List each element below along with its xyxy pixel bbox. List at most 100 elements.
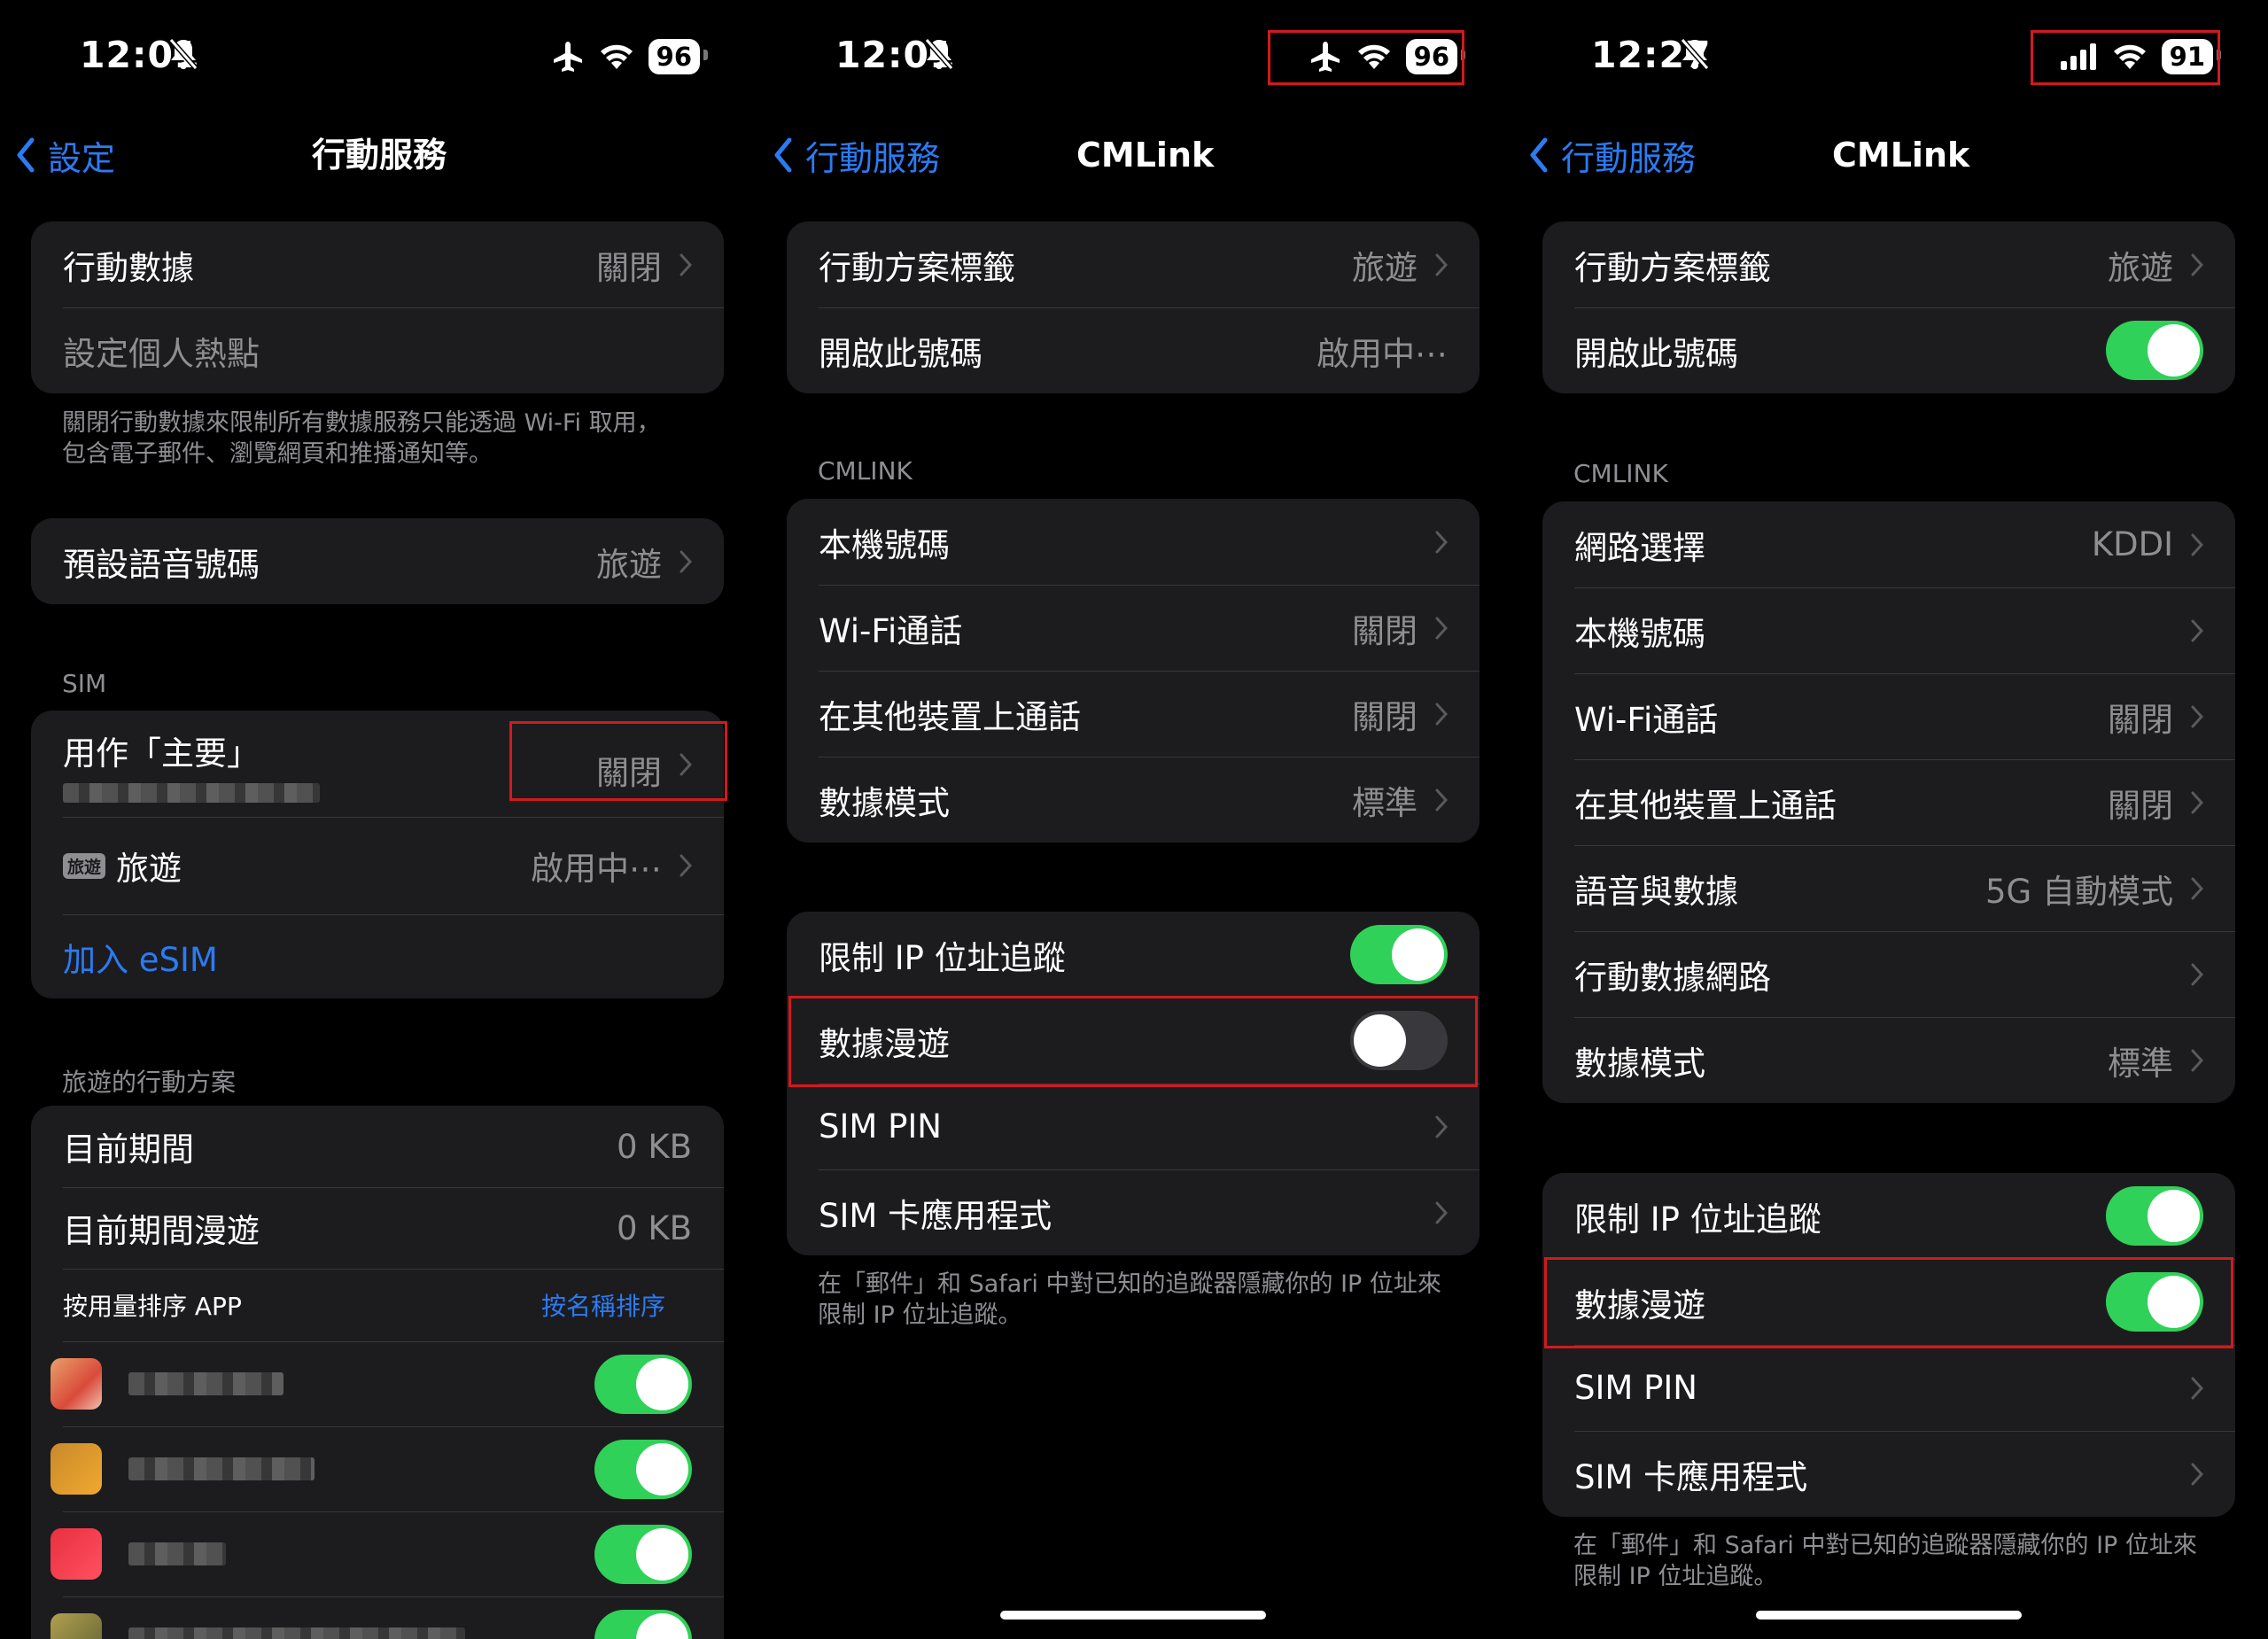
sim-pin-row[interactable]: SIM PIN <box>787 1084 1480 1169</box>
default-voice-group: 預設語音號碼 旅遊 <box>31 518 724 604</box>
footer-line: 限制 IP 位址追蹤。 <box>1573 1563 1778 1590</box>
row-label: 目前期間 <box>63 1130 194 1169</box>
battery-icon: 96 <box>1405 39 1466 74</box>
chevron-right-icon <box>1435 1115 1448 1138</box>
add-esim-link[interactable]: 加入 eSIM <box>63 933 218 981</box>
row-label: 限制 IP 位址追蹤 <box>1574 1200 1821 1239</box>
nav-bar: 設定 行動服務 <box>0 124 755 186</box>
row-value: 關閉 <box>2108 700 2173 739</box>
battery-icon: 96 <box>648 39 709 74</box>
home-indicator[interactable] <box>1756 1611 2022 1620</box>
row-label: 本機號碼 <box>819 525 950 564</box>
redacted-number <box>63 783 320 803</box>
my-number-row[interactable]: 本機號碼 <box>1542 587 2235 673</box>
section-header-cmlink: CMLINK <box>1573 459 1668 488</box>
wifi-calling-row[interactable]: Wi-Fi通話 關閉 <box>1542 673 2235 759</box>
cellular-data-row[interactable]: 行動數據 關閉 <box>31 221 724 307</box>
app-toggle[interactable] <box>594 1524 692 1584</box>
limit-ip-toggle[interactable] <box>2106 1186 2203 1246</box>
data-mode-row[interactable]: 數據模式 標準 <box>1542 1017 2235 1103</box>
current-period-row: 目前期間 0 KB <box>31 1106 724 1187</box>
back-button[interactable]: 行動服務 <box>773 124 940 186</box>
calls-other-devices-row[interactable]: 在其他裝置上通話 關閉 <box>1542 759 2235 845</box>
row-label: 開啟此號碼 <box>819 334 983 373</box>
row-value: 關閉 <box>1352 611 1418 650</box>
sim-group: 用作「主要」 關閉 旅遊 旅遊 啟用中⋯ 加入 eSIM <box>31 711 724 998</box>
chevron-right-icon <box>2191 705 2203 727</box>
app-toggle[interactable] <box>594 1354 692 1414</box>
footer-line: 關閉行動數據來限制所有數據服務只能透過 Wi-Fi 取用， <box>62 409 661 437</box>
cmlink-group: 網路選擇 KDDI 本機號碼 Wi-Fi通話 關閉 在其他裝置上通話 關閉 語音… <box>1542 501 2235 1103</box>
chevron-right-icon <box>2191 619 2203 641</box>
row-value: 啟用中⋯ <box>531 850 662 888</box>
app-icon <box>50 1528 102 1580</box>
data-roaming-row: 數據漫遊 <box>787 998 1480 1084</box>
chevron-right-icon <box>680 753 692 776</box>
row-value: 0 KB <box>617 1208 692 1247</box>
sim-badge: 旅遊 <box>63 852 106 879</box>
back-label: 設定 <box>48 138 116 178</box>
sim-apps-row[interactable]: SIM 卡應用程式 <box>787 1169 1480 1255</box>
app-toggle[interactable] <box>594 1439 692 1499</box>
privacy-footer: 在「郵件」和 Safari 中對已知的追蹤器隱藏你的 IP 位址來 限制 IP … <box>1573 1530 2213 1592</box>
row-label: 本機號碼 <box>1574 614 1705 653</box>
sim-apps-row[interactable]: SIM 卡應用程式 <box>1542 1431 2235 1517</box>
wifi-icon <box>2113 44 2146 69</box>
row-value: 關閉 <box>1352 697 1418 736</box>
add-esim-row[interactable]: 加入 eSIM <box>31 914 724 998</box>
default-voice-row[interactable]: 預設語音號碼 旅遊 <box>31 518 724 604</box>
sim-pin-row[interactable]: SIM PIN <box>1542 1345 2235 1431</box>
row-value: 關閉 <box>596 754 662 792</box>
row-label: Wi-Fi通話 <box>1574 700 1719 739</box>
app-toggle[interactable] <box>594 1609 692 1639</box>
my-number-row[interactable]: 本機號碼 <box>787 499 1480 585</box>
page-title: 行動服務 <box>312 136 447 175</box>
cellular-data-network-row[interactable]: 行動數據網路 <box>1542 931 2235 1017</box>
row-value: 旅遊 <box>2108 248 2173 287</box>
chevron-right-icon <box>2191 963 2203 985</box>
silent-bell-icon <box>924 37 954 71</box>
primary-row[interactable]: 用作「主要」 關閉 <box>31 711 724 817</box>
data-mode-row[interactable]: 數據模式 標準 <box>787 757 1480 843</box>
row-label: 設定個人熱點 <box>63 334 260 373</box>
footer-line: 在「郵件」和 Safari 中對已知的追蹤器隱藏你的 IP 位址來 <box>1573 1532 2197 1559</box>
row-label: 旅遊 <box>116 850 183 888</box>
privacy-footer: 在「郵件」和 Safari 中對已知的追蹤器隱藏你的 IP 位址來 限制 IP … <box>818 1269 1457 1331</box>
status-bar: 12:01 96 <box>756 34 1511 80</box>
plan-label-row[interactable]: 行動方案標籤 旅遊 <box>787 221 1480 307</box>
wifi-calling-row[interactable]: Wi-Fi通話 關閉 <box>787 585 1480 671</box>
row-label: 限制 IP 位址追蹤 <box>819 938 1066 977</box>
panel-cmlink-after: 12:27 91 行動服務 CMLink 行動方案標籤 旅遊 開啟此號碼 CML… <box>1511 0 2266 1639</box>
app-row <box>31 1596 724 1639</box>
calls-other-devices-row[interactable]: 在其他裝置上通話 關閉 <box>787 671 1480 757</box>
data-roaming-toggle[interactable] <box>1350 1011 1448 1070</box>
back-button[interactable]: 行動服務 <box>1529 124 1696 186</box>
chevron-right-icon <box>2191 1377 2203 1399</box>
app-icon <box>50 1443 102 1495</box>
section-header-plan: 旅遊的行動方案 <box>62 1068 237 1097</box>
data-roaming-toggle[interactable] <box>2106 1272 2203 1332</box>
panel-cmlink-before: 12:01 96 行動服務 CMLink 行動方案標籤 旅遊 開啟此號碼 啟用中… <box>756 0 1511 1639</box>
travel-sim-row[interactable]: 旅遊 旅遊 啟用中⋯ <box>31 817 724 914</box>
privacy-group: 限制 IP 位址追蹤 數據漫遊 SIM PIN SIM 卡應用程式 <box>1542 1173 2235 1517</box>
plan-label-row[interactable]: 行動方案標籤 旅遊 <box>1542 221 2235 307</box>
redacted-app-name <box>128 1542 226 1565</box>
voice-data-row[interactable]: 語音與數據 5G 自動模式 <box>1542 845 2235 931</box>
limit-ip-toggle[interactable] <box>1350 925 1448 984</box>
sort-by-name-link[interactable]: 按名稱排序 <box>541 1287 665 1323</box>
chevron-right-icon <box>680 253 692 276</box>
home-indicator[interactable] <box>1000 1611 1266 1620</box>
row-value: 旅遊 <box>596 545 662 584</box>
row-label: 數據模式 <box>1574 1044 1705 1083</box>
sort-label: 按用量排序 APP <box>63 1292 242 1321</box>
wifi-icon <box>1357 44 1390 69</box>
network-selection-row[interactable]: 網路選擇 KDDI <box>1542 501 2235 587</box>
chevron-left-icon <box>1530 137 1548 173</box>
chevron-right-icon <box>1435 703 1448 725</box>
row-label: 預設語音號碼 <box>63 545 260 584</box>
back-button[interactable]: 設定 <box>16 124 115 186</box>
nav-bar: 行動服務 CMLink <box>1511 124 2266 186</box>
turn-on-line-toggle[interactable] <box>2106 321 2203 380</box>
row-value: 啟用中⋯ <box>1317 334 1448 373</box>
redacted-app-name <box>128 1627 465 1639</box>
